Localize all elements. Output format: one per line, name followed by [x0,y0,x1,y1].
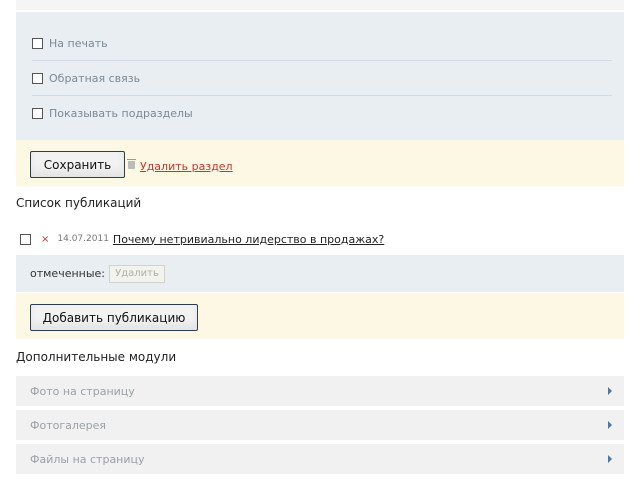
trash-icon [127,159,136,169]
expand-arrow-icon[interactable] [608,455,612,463]
option-print[interactable]: На печать [32,26,612,61]
modules-title: Дополнительные модули [16,350,177,364]
module-photo-gallery[interactable]: Фотогалерея [16,410,624,440]
add-publication-button[interactable]: Добавить публикацию [30,304,198,331]
save-button[interactable]: Сохранить [30,151,125,178]
option-print-label: На печать [49,36,108,50]
print-checkbox[interactable] [32,37,43,49]
expand-arrow-icon[interactable] [608,421,612,429]
option-show-subsections[interactable]: Показывать подразделы [32,96,612,130]
show-subsections-checkbox[interactable] [32,107,43,119]
module-label: Фотогалерея [30,418,107,432]
option-show-subsections-label: Показывать подразделы [49,106,193,120]
module-label: Фото на страницу [30,384,135,398]
publication-date: 14.07.2011 [57,234,109,244]
publications-title: Список публикаций [16,196,142,210]
publication-link[interactable]: Почему нетривиально лидерство в продажах… [113,233,384,246]
module-label: Файлы на страницу [30,452,145,466]
marked-label: отмеченные: [30,267,106,280]
module-photo-to-page[interactable]: Фото на страницу [16,376,624,406]
save-action-bar: Сохранить Удалить раздел [16,140,624,186]
publication-row: × 14.07.2011 Почему нетривиально лидерст… [20,231,620,247]
delete-x-icon[interactable]: × [41,234,49,245]
delete-marked-button[interactable]: Удалить [109,264,166,283]
option-feedback[interactable]: Обратная связь [32,61,612,96]
delete-section-link[interactable]: Удалить раздел [140,160,233,173]
add-publication-bar: Добавить публикацию [16,293,624,339]
top-panel-edge [16,0,624,10]
feedback-checkbox[interactable] [32,72,43,84]
publication-checkbox[interactable] [20,233,31,245]
module-files-to-page[interactable]: Файлы на страницу [16,444,624,474]
section-options-panel: На печать Обратная связь Показывать подр… [16,12,624,140]
expand-arrow-icon[interactable] [608,387,612,395]
option-feedback-label: Обратная связь [49,71,141,85]
marked-actions-bar: отмеченные: Удалить [16,255,624,292]
